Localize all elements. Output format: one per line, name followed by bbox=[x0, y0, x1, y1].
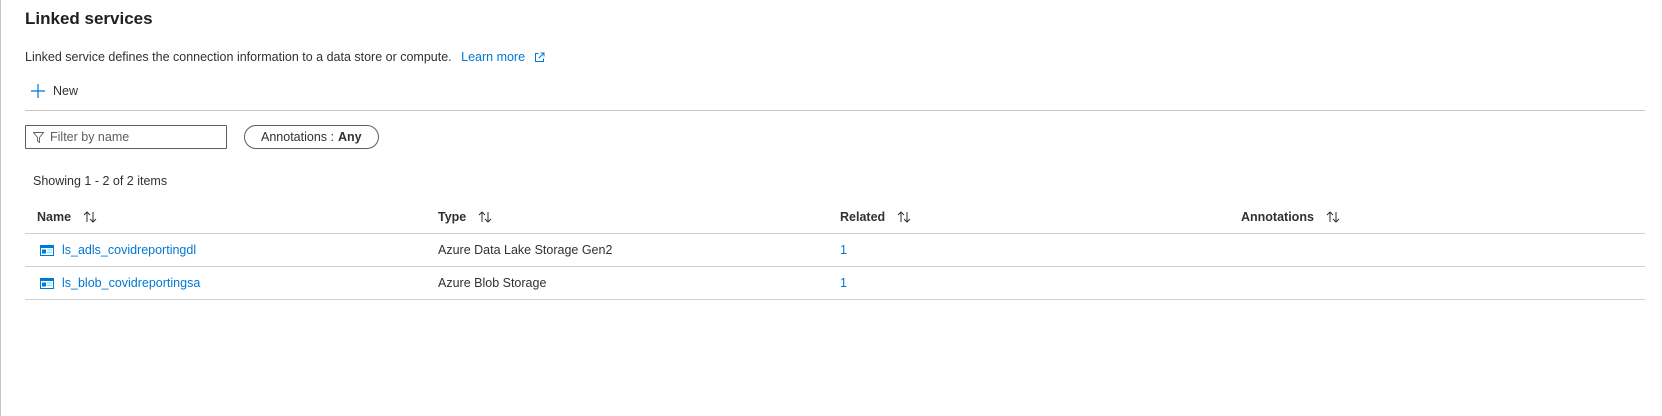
column-header-name-label: Name bbox=[37, 209, 72, 224]
plus-icon bbox=[31, 84, 45, 98]
related-count-link[interactable]: 1 bbox=[840, 276, 847, 290]
linked-services-table: Name Type Related Annotations ls_adls_co… bbox=[25, 200, 1645, 300]
external-link-icon bbox=[534, 52, 545, 62]
filter-by-name-input[interactable] bbox=[50, 130, 220, 144]
type-cell: Azure Blob Storage bbox=[438, 276, 547, 290]
annotations-filter-value: Any bbox=[337, 130, 362, 144]
filter-by-name-box[interactable] bbox=[25, 125, 227, 149]
sort-icon[interactable] bbox=[478, 210, 492, 223]
learn-more-link[interactable]: Learn more bbox=[461, 50, 545, 64]
column-header-annotations-label: Annotations bbox=[1241, 209, 1314, 224]
learn-more-label: Learn more bbox=[461, 50, 526, 64]
linked-service-icon bbox=[40, 277, 54, 289]
linked-service-link[interactable]: ls_blob_covidreportingsa bbox=[62, 276, 200, 290]
table-row[interactable]: ls_blob_covidreportingsa Azure Blob Stor… bbox=[25, 267, 1645, 300]
column-header-annotations[interactable]: Annotations bbox=[1241, 200, 1340, 233]
column-header-type-label: Type bbox=[438, 209, 467, 224]
related-count-link[interactable]: 1 bbox=[840, 243, 847, 257]
filter-icon bbox=[33, 131, 44, 143]
related-cell: 1 bbox=[840, 267, 847, 299]
table-row[interactable]: ls_adls_covidreportingdl Azure Data Lake… bbox=[25, 234, 1645, 267]
column-header-related-label: Related bbox=[840, 209, 886, 224]
table-header-row: Name Type Related Annotations bbox=[25, 200, 1645, 234]
linked-service-icon bbox=[40, 244, 54, 256]
page-title: Linked services bbox=[25, 9, 153, 28]
pane-divider bbox=[0, 0, 1, 416]
sort-icon[interactable] bbox=[897, 210, 911, 223]
annotations-filter-label: Annotations : bbox=[261, 130, 334, 144]
column-header-name[interactable]: Name bbox=[37, 200, 97, 233]
new-button[interactable]: New bbox=[31, 84, 78, 98]
toolbar-divider bbox=[25, 110, 1645, 111]
new-button-label: New bbox=[53, 84, 79, 98]
linked-services-page: Linked services Linked service defines t… bbox=[0, 0, 1662, 416]
name-cell[interactable]: ls_adls_covidreportingdl bbox=[37, 234, 196, 266]
page-description: Linked service defines the connection in… bbox=[25, 50, 545, 64]
linked-service-link[interactable]: ls_adls_covidreportingdl bbox=[62, 243, 196, 257]
type-cell: Azure Data Lake Storage Gen2 bbox=[438, 243, 613, 257]
column-header-related[interactable]: Related bbox=[840, 200, 911, 233]
sort-icon[interactable] bbox=[1326, 210, 1340, 223]
related-cell: 1 bbox=[840, 234, 847, 266]
description-text: Linked service defines the connection in… bbox=[25, 50, 452, 64]
items-count-text: Showing 1 - 2 of 2 items bbox=[33, 174, 168, 188]
name-cell[interactable]: ls_blob_covidreportingsa bbox=[37, 267, 200, 299]
annotations-filter-pill[interactable]: Annotations : Any bbox=[244, 125, 379, 149]
sort-icon[interactable] bbox=[83, 210, 97, 223]
column-header-type[interactable]: Type bbox=[438, 200, 492, 233]
